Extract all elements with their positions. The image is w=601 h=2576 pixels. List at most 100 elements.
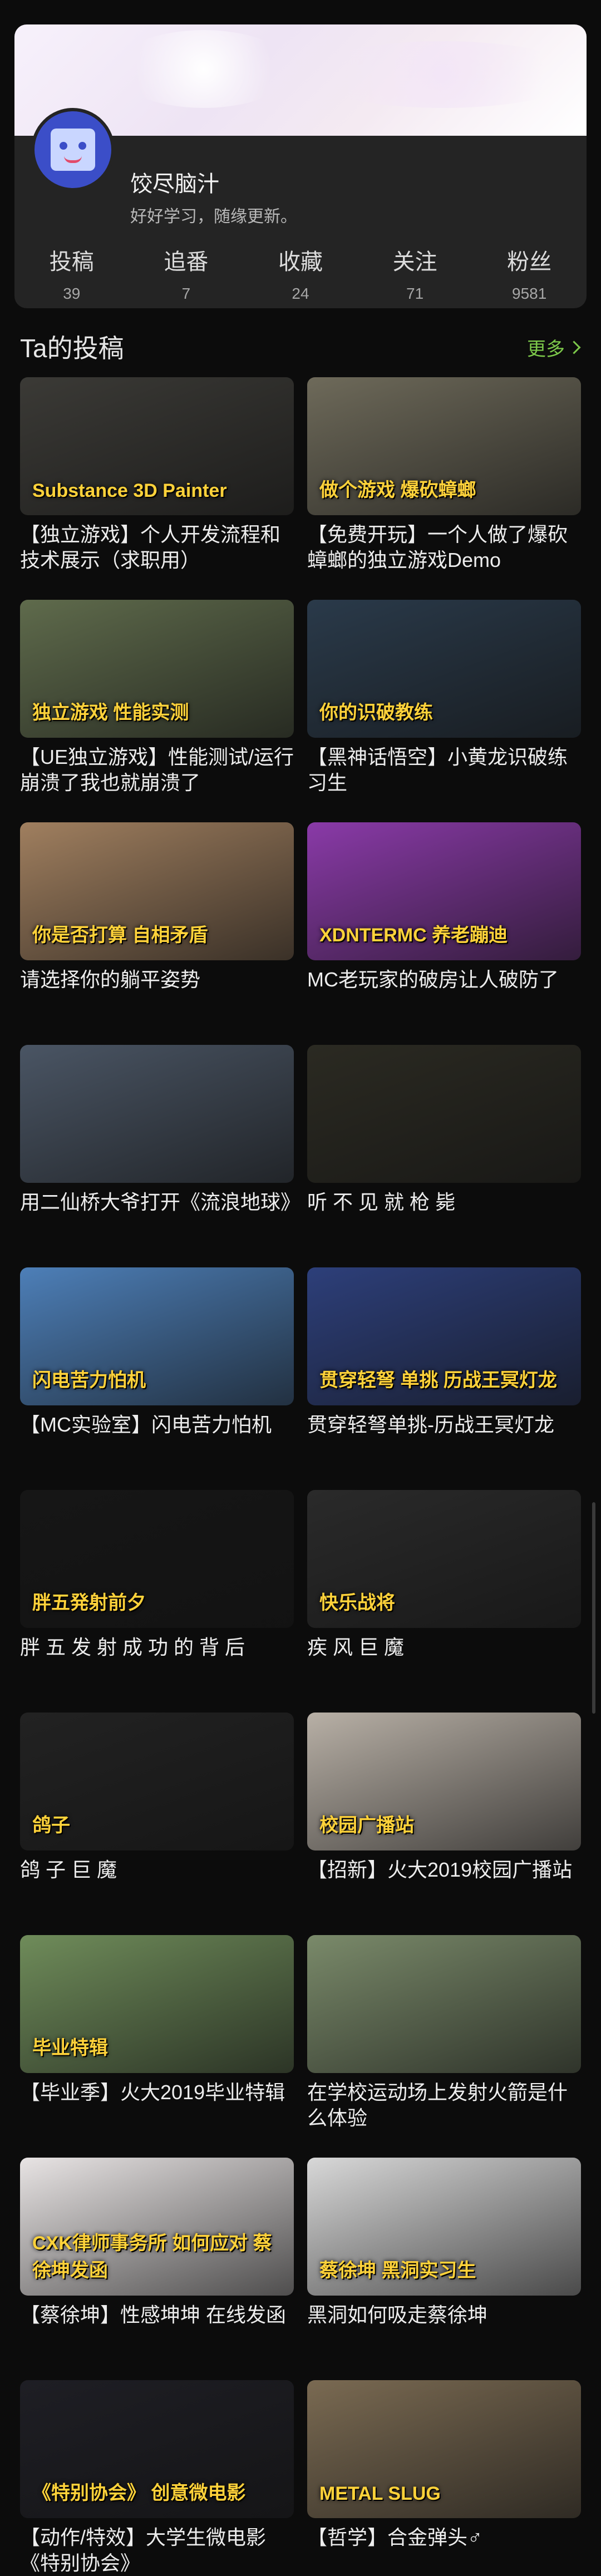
- video-card[interactable]: 你是否打算 自相矛盾请选择你的躺平姿势: [20, 822, 294, 1018]
- video-title[interactable]: 胖 五 发 射 成 功 的 背 后: [20, 1635, 294, 1686]
- stat-bangumi[interactable]: 追番 7: [129, 236, 244, 302]
- thumbnail-caption: 鸽子: [32, 1815, 70, 1836]
- video-thumbnail[interactable]: CXK律师事务所 如何应对 蔡徐坤发函: [20, 2158, 294, 2296]
- video-thumbnail[interactable]: XDNTERMC 养老蹦迪: [307, 822, 581, 960]
- stat-label: 追番: [164, 250, 209, 274]
- video-thumbnail[interactable]: [307, 1045, 581, 1183]
- thumbnail-caption: METAL SLUG: [319, 2483, 441, 2504]
- video-thumbnail[interactable]: [20, 1045, 294, 1183]
- video-title[interactable]: 听 不 见 就 枪 毙: [307, 1190, 581, 1241]
- stat-label: 投稿: [49, 250, 94, 274]
- video-thumbnail[interactable]: 快乐战将: [307, 1490, 581, 1628]
- video-title[interactable]: 【MC实验室】闪电苦力怕机: [20, 1412, 294, 1463]
- video-thumbnail[interactable]: 校园广播站: [307, 1713, 581, 1850]
- video-thumbnail[interactable]: METAL SLUG: [307, 2380, 581, 2518]
- thumbnail-caption: 你是否打算 自相矛盾: [32, 925, 208, 946]
- video-card[interactable]: 鸽子鸽 子 巨 魔: [20, 1713, 294, 1908]
- video-card[interactable]: 独立游戏 性能实测【UE独立游戏】性能测试/运行崩溃了我也就崩溃了: [20, 600, 294, 796]
- scrollbar[interactable]: [592, 1502, 595, 1714]
- video-card[interactable]: Substance 3D Painter 【独立游戏】个人开发流程和技术展示（求职…: [20, 377, 294, 573]
- video-title[interactable]: 【独立游戏】个人开发流程和技术展示（求职用）: [20, 522, 294, 573]
- thumbnail-caption: 闪电苦力怕机: [32, 1370, 146, 1391]
- video-thumbnail[interactable]: [307, 1935, 581, 2073]
- video-thumbnail[interactable]: 鸽子: [20, 1713, 294, 1850]
- video-title[interactable]: 请选择你的躺平姿势: [20, 967, 294, 1018]
- user-name: 饺尽脑汁: [130, 172, 219, 196]
- video-card[interactable]: 蔡徐坤 黑洞实习生黑洞如何吸走蔡徐坤: [307, 2158, 581, 2353]
- video-thumbnail[interactable]: 你是否打算 自相矛盾: [20, 822, 294, 960]
- thumbnail-caption: 你的识破教练: [319, 702, 433, 723]
- thumbnail-caption: CXK律师事务所 如何应对 蔡徐坤发函: [32, 2233, 272, 2281]
- video-thumbnail[interactable]: 闪电苦力怕机: [20, 1267, 294, 1405]
- video-thumbnail[interactable]: 蔡徐坤 黑洞实习生: [307, 2158, 581, 2296]
- video-card[interactable]: 校园广播站【招新】火大2019校园广播站: [307, 1713, 581, 1908]
- video-thumbnail[interactable]: 胖五発射前夕: [20, 1490, 294, 1628]
- avatar[interactable]: [31, 108, 115, 191]
- video-title[interactable]: 黑洞如何吸走蔡徐坤: [307, 2302, 581, 2353]
- video-card[interactable]: 闪电苦力怕机【MC实验室】闪电苦力怕机: [20, 1267, 294, 1463]
- stat-label: 粉丝: [507, 250, 552, 274]
- stat-value: 24: [292, 285, 309, 302]
- video-title[interactable]: 贯穿轻弩单挑-历战王冥灯龙: [307, 1412, 581, 1463]
- video-title[interactable]: 【招新】火大2019校园广播站: [307, 1857, 581, 1908]
- more-link[interactable]: 更多: [527, 334, 581, 361]
- thumbnail-caption: 胖五発射前夕: [32, 1592, 146, 1613]
- stat-submissions[interactable]: 投稿 39: [14, 236, 129, 302]
- video-title[interactable]: 【UE独立游戏】性能测试/运行崩溃了我也就崩溃了: [20, 744, 294, 796]
- video-thumbnail[interactable]: 独立游戏 性能实测: [20, 600, 294, 738]
- stat-value: 71: [406, 285, 424, 302]
- stat-following[interactable]: 关注 71: [358, 236, 472, 302]
- video-card[interactable]: 《特别协会》 创意微电影【动作/特效】大学生微电影《特别协会》: [20, 2380, 294, 2576]
- video-card[interactable]: 你的识破教练【黑神话悟空】小黄龙识破练习生: [307, 600, 581, 796]
- chevron-right-icon: [567, 340, 581, 354]
- video-card[interactable]: 听 不 见 就 枪 毙: [307, 1045, 581, 1241]
- stat-favorites[interactable]: 收藏 24: [243, 236, 358, 302]
- video-thumbnail[interactable]: Substance 3D Painter: [20, 377, 294, 515]
- video-thumbnail[interactable]: 做个游戏 爆砍蟑螂: [307, 377, 581, 515]
- stat-label: 收藏: [278, 250, 323, 274]
- thumbnail-caption: 独立游戏 性能实测: [32, 702, 189, 723]
- video-title[interactable]: 【动作/特效】大学生微电影《特别协会》: [20, 2525, 294, 2576]
- video-thumbnail[interactable]: 你的识破教练: [307, 600, 581, 738]
- video-title[interactable]: 疾 风 巨 魔: [307, 1635, 581, 1686]
- thumbnail-caption: 快乐战将: [319, 1592, 395, 1613]
- video-title[interactable]: 【蔡徐坤】性感坤坤 在线发函: [20, 2302, 294, 2353]
- thumbnail-caption: XDNTERMC 养老蹦迪: [319, 925, 508, 946]
- video-card[interactable]: XDNTERMC 养老蹦迪 MC老玩家的破房让人破防了: [307, 822, 581, 1018]
- video-title[interactable]: MC老玩家的破房让人破防了: [307, 967, 581, 1018]
- video-card[interactable]: METAL SLUG 【哲学】合金弹头♂: [307, 2380, 581, 2576]
- thumbnail-caption: 校园广播站: [319, 1815, 414, 1836]
- avatar-robot-icon: [51, 129, 95, 171]
- thumbnail-caption: 《特别协会》 创意微电影: [32, 2483, 246, 2504]
- stat-followers[interactable]: 粉丝 9581: [472, 236, 587, 302]
- video-card[interactable]: 毕业特辑【毕业季】火大2019毕业特辑: [20, 1935, 294, 2131]
- stat-value: 9581: [512, 285, 547, 302]
- video-title[interactable]: 【哲学】合金弹头♂: [307, 2525, 581, 2576]
- stat-value: 7: [181, 285, 191, 302]
- thumbnail-caption: 蔡徐坤 黑洞实习生: [319, 2260, 476, 2281]
- video-title[interactable]: 在学校运动场上发射火箭是什么体验: [307, 2080, 581, 2131]
- video-card[interactable]: 快乐战将疾 风 巨 魔: [307, 1490, 581, 1686]
- video-title[interactable]: 用二仙桥大爷打开《流浪地球》: [20, 1190, 294, 1241]
- video-card[interactable]: 在学校运动场上发射火箭是什么体验: [307, 1935, 581, 2131]
- video-card[interactable]: 胖五発射前夕胖 五 发 射 成 功 的 背 后: [20, 1490, 294, 1686]
- stat-label: 关注: [392, 250, 437, 274]
- video-title[interactable]: 【毕业季】火大2019毕业特辑: [20, 2080, 294, 2131]
- user-bio: 好好学习，随缘更新。: [130, 208, 297, 226]
- video-card[interactable]: 用二仙桥大爷打开《流浪地球》: [20, 1045, 294, 1241]
- thumbnail-caption: 贯穿轻弩 单挑 历战王冥灯龙: [319, 1370, 557, 1391]
- thumbnail-caption: 做个游戏 爆砍蟑螂: [319, 480, 476, 501]
- video-card[interactable]: CXK律师事务所 如何应对 蔡徐坤发函【蔡徐坤】性感坤坤 在线发函: [20, 2158, 294, 2353]
- video-title[interactable]: 【黑神话悟空】小黄龙识破练习生: [307, 744, 581, 796]
- video-thumbnail[interactable]: 毕业特辑: [20, 1935, 294, 2073]
- video-thumbnail[interactable]: 贯穿轻弩 单挑 历战王冥灯龙: [307, 1267, 581, 1405]
- video-card[interactable]: 做个游戏 爆砍蟑螂【免费开玩】一个人做了爆砍蟑螂的独立游戏Demo: [307, 377, 581, 573]
- video-thumbnail[interactable]: 《特别协会》 创意微电影: [20, 2380, 294, 2518]
- thumbnail-caption: 毕业特辑: [32, 2037, 108, 2059]
- video-card[interactable]: 贯穿轻弩 单挑 历战王冥灯龙贯穿轻弩单挑-历战王冥灯龙: [307, 1267, 581, 1463]
- section-title: Ta的投稿: [20, 334, 124, 363]
- stats-row: 投稿 39 追番 7 收藏 24 关注 71 粉丝 9581: [14, 236, 587, 302]
- stat-value: 39: [63, 285, 81, 302]
- video-title[interactable]: 鸽 子 巨 魔: [20, 1857, 294, 1908]
- video-title[interactable]: 【免费开玩】一个人做了爆砍蟑螂的独立游戏Demo: [307, 522, 581, 573]
